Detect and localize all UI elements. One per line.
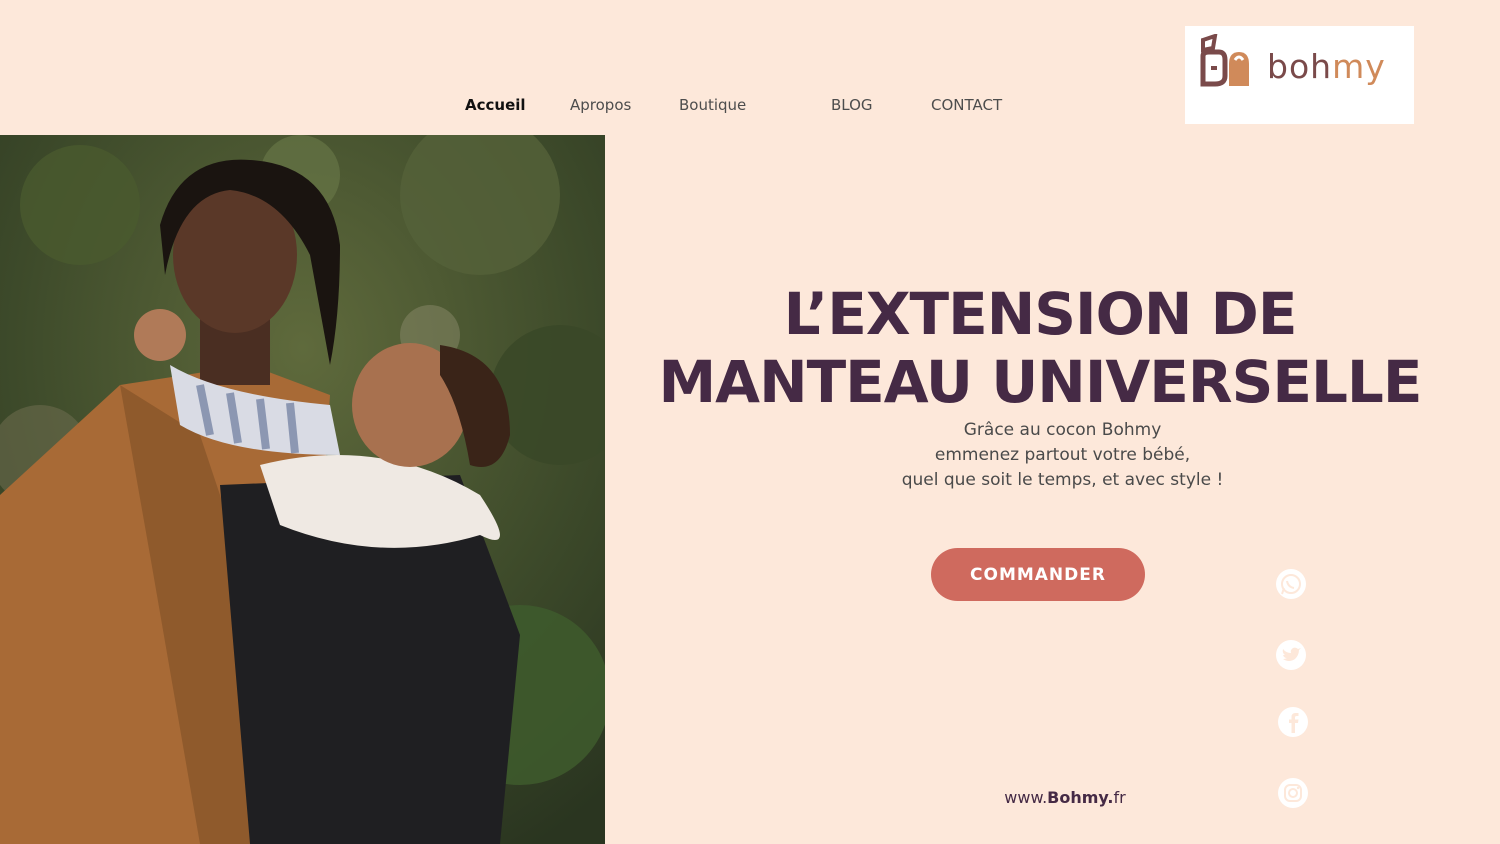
order-button[interactable]: COMMANDER: [931, 548, 1145, 601]
hero-headline: L’EXTENSION DE MANTEAU UNIVERSELLE: [640, 280, 1440, 416]
nav-item-boutique[interactable]: Boutique: [679, 96, 746, 114]
url-prefix: www.: [1004, 788, 1048, 807]
hero-subtitle-line3: quel que soit le temps, et avec style !: [901, 470, 1224, 490]
nav-item-accueil[interactable]: Accueil: [465, 96, 526, 114]
logo-wordmark-part2: my: [1332, 47, 1386, 86]
nav-item-blog[interactable]: BLOG: [831, 96, 873, 114]
hero-subtitle-line1: Grâce au cocon Bohmy: [963, 420, 1162, 440]
hero-headline-line2: MANTEAU UNIVERSELLE: [658, 348, 1422, 416]
url-brand: Bohmy.: [1047, 788, 1114, 807]
nav-item-apropos[interactable]: Apropos: [570, 96, 631, 114]
footer-website-url[interactable]: www.Bohmy.fr: [940, 788, 1190, 807]
hero-subtitle-line2: emmenez partout votre bébé,: [934, 445, 1191, 465]
hero-subtitle: Grâce au cocon Bohmy emmenez partout vot…: [860, 418, 1265, 493]
nav-item-contact[interactable]: CONTACT: [931, 96, 1002, 114]
logo-wordmark-part1: boh: [1267, 47, 1333, 86]
twitter-icon[interactable]: [1275, 639, 1307, 671]
logo-wordmark: bohmy: [1267, 50, 1386, 83]
main-nav: Accueil Apropos Boutique BLOG CONTACT: [0, 92, 1100, 120]
url-suffix: fr: [1113, 788, 1126, 807]
hero-photo: [0, 135, 605, 844]
whatsapp-icon[interactable]: [1275, 568, 1307, 600]
bohmy-logo-icon: [1200, 34, 1249, 87]
hero-headline-line1: L’EXTENSION DE: [783, 280, 1298, 348]
brand-logo[interactable]: bohmy: [1185, 26, 1414, 124]
facebook-icon[interactable]: [1277, 706, 1309, 738]
mother-baby-image: [0, 135, 605, 844]
instagram-icon[interactable]: [1277, 777, 1309, 809]
